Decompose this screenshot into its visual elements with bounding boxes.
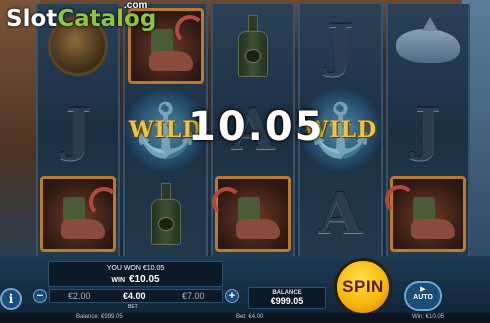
status-bet: Bet: €4.00 [236, 314, 264, 320]
ship-backdrop-left [0, 0, 40, 260]
bet-option[interactable]: €7.00 [182, 291, 205, 301]
symbol-shark [388, 4, 468, 88]
boot-icon [212, 176, 292, 252]
bet-increase-button[interactable]: + [225, 289, 239, 303]
symbol-bottle [213, 4, 293, 88]
boot-icon [384, 176, 466, 252]
status-win: Win: €10.05 [412, 314, 445, 320]
autoplay-button[interactable]: ▶ AUTO [404, 281, 442, 311]
slot-game: J ⚓ WILD A J ⚓ WILD A J 10.05 SlotCatalo… [0, 0, 490, 323]
win-value-line: WIN €10.05 [111, 274, 160, 285]
you-won-text: YOU WON €10.05 [106, 265, 165, 272]
symbol-j: J [327, 13, 354, 79]
play-icon: ▶ [420, 286, 426, 293]
reel-5: J [384, 4, 471, 256]
symbol-boot [38, 172, 120, 256]
bet-decrease-button[interactable]: − [33, 289, 47, 303]
bet-label: BET [128, 304, 138, 310]
reel-1: J [36, 4, 121, 256]
bet-selector: €2.00 €4.00 €7.00 [49, 289, 223, 303]
status-bar: Balance: €999.05 Bet: €4.00 Win: €10.05 [0, 313, 490, 323]
rum-bottle-icon [150, 183, 181, 245]
boot-icon [40, 176, 120, 252]
symbol-bottle [125, 172, 205, 256]
symbol-a: A [318, 181, 363, 247]
status-balance: Balance: €999.05 [76, 314, 123, 320]
balance-display: BALANCE €999.05 [248, 287, 326, 309]
rum-bottle-icon [238, 15, 269, 77]
info-button[interactable]: i [0, 288, 22, 310]
bet-option[interactable]: €2.00 [68, 291, 91, 301]
symbol-j: J [414, 97, 442, 163]
symbol-boot [384, 172, 468, 256]
win-message-box: YOU WON €10.05 WIN €10.05 [48, 261, 223, 287]
symbol-boot [212, 172, 293, 256]
win-amount-overlay: 10.05 [188, 104, 325, 150]
symbol-j: J [64, 97, 92, 163]
shark-icon [395, 17, 460, 63]
bet-option-selected[interactable]: €4.00 [123, 291, 146, 301]
spin-button[interactable]: SPIN [334, 258, 392, 316]
site-logo: SlotCatalog .com [6, 0, 157, 32]
